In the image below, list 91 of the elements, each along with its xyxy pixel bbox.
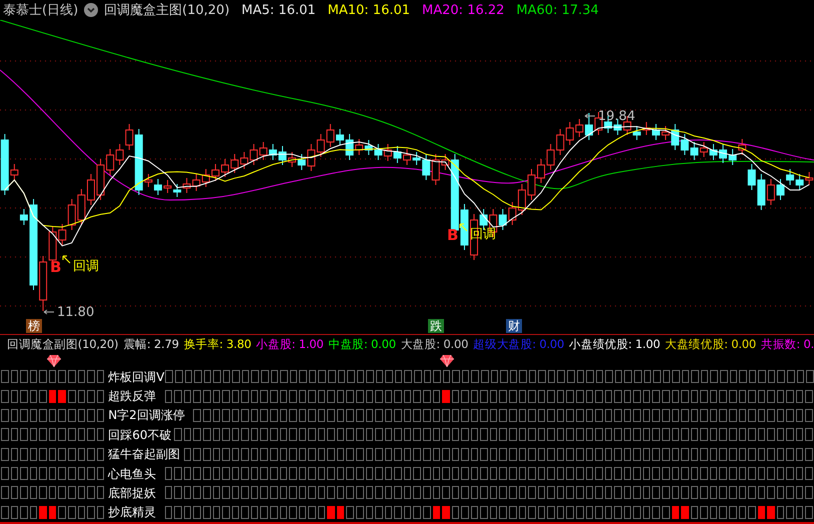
- stat-value: 小盘绩优股: 1.00: [569, 336, 660, 352]
- candlestick: [77, 188, 86, 226]
- signal-label: 超跌反弹: [107, 389, 158, 404]
- buy-mark: B: [447, 226, 458, 244]
- candlestick: [20, 208, 28, 226]
- event-marker[interactable]: 财: [506, 319, 522, 333]
- arrow-icon: [44, 310, 54, 314]
- candlestick: [508, 202, 516, 226]
- signal-label: 猛牛奋起副图: [107, 447, 182, 462]
- price-label: 11.80: [57, 305, 94, 318]
- candlestick: [498, 208, 507, 230]
- stat-value: 小盘股: 1.00: [256, 336, 324, 352]
- stat-value: 大盘股: 0.00: [400, 336, 468, 352]
- candlestick: [182, 178, 191, 194]
- candlestick: [326, 124, 334, 148]
- candlestick: [546, 144, 555, 170]
- candlestick: [690, 142, 698, 160]
- candlestick: [173, 184, 182, 198]
- candlestick: [374, 144, 382, 160]
- candlestick: [154, 178, 162, 196]
- candlestick: [719, 144, 728, 164]
- candlestick: [680, 134, 689, 156]
- gem-icon: [47, 355, 62, 367]
- candlestick: [642, 122, 650, 136]
- candlestick: [728, 148, 737, 166]
- candlestick: [278, 146, 286, 166]
- candlestick: [786, 168, 794, 186]
- signal-label: 炸板回调V: [107, 370, 164, 384]
- candlestick: [700, 142, 708, 158]
- candlestick: [566, 122, 574, 146]
- candlestick: [766, 178, 775, 206]
- chevron-down-icon[interactable]: [84, 3, 98, 17]
- indicator-name: 回调魔盒主图(10,20): [104, 2, 230, 19]
- stock-title: 泰慕士(日线): [3, 2, 78, 19]
- buy-mark: B: [50, 258, 62, 276]
- stat-value: 大盘绩优股: 0.00: [665, 336, 756, 352]
- candlestick: [268, 144, 277, 160]
- event-marker[interactable]: 跌: [428, 319, 444, 333]
- candlestick: [757, 174, 766, 210]
- candlestick: [164, 180, 172, 194]
- price-label: 19.84: [598, 109, 636, 124]
- candlestick: [556, 128, 564, 156]
- candlestick: [776, 178, 784, 200]
- candlestick: [393, 146, 402, 164]
- stat-value: 中盘股: 0.00: [328, 336, 396, 352]
- signal-label: 抄底精灵: [107, 505, 158, 520]
- moving-average-value: MA5: 16.01: [242, 2, 316, 18]
- stat-value: 换手率: 3.80: [184, 336, 252, 352]
- gem-icon: [440, 355, 454, 367]
- candlestick: [336, 128, 344, 146]
- signal-label: N字2回调涨停: [107, 408, 186, 422]
- candlestick: [316, 134, 325, 158]
- signal-label: 底部捉妖: [107, 486, 158, 500]
- candlestick: [288, 152, 296, 168]
- candlestick: [192, 174, 200, 192]
- candlestick: [652, 124, 660, 140]
- stat-value: 超级大盘股: 0.00: [473, 336, 564, 352]
- event-marker[interactable]: 榜: [26, 319, 42, 333]
- candlestick: [738, 138, 746, 156]
- candlestick: [86, 174, 95, 206]
- stat-value: 共振数: 0.: [761, 336, 814, 352]
- candlestick: [632, 126, 641, 140]
- candlestick: [202, 168, 210, 188]
- candlestick: [403, 148, 411, 166]
- moving-average-value: MA60: 17.34: [516, 2, 599, 18]
- candlestick: [364, 140, 373, 156]
- candlestick: [259, 142, 268, 160]
- candlestick: [211, 164, 220, 182]
- arrow-icon: [460, 224, 468, 232]
- candlestick: [384, 144, 392, 162]
- indicator-name: 回调魔盒副图(10,20): [7, 336, 118, 352]
- moving-average-value: MA20: 16.22: [422, 2, 504, 18]
- candlestick: [518, 184, 526, 216]
- arrow-icon: [584, 114, 596, 118]
- stat-value: 震幅: 2.79: [123, 336, 179, 352]
- candlestick: [116, 144, 124, 166]
- moving-average-value: MA10: 16.01: [328, 2, 410, 18]
- signal-label: 回踩60不破: [107, 428, 172, 442]
- candlestick: [528, 168, 536, 200]
- candlestick: [230, 154, 239, 174]
- candlestick: [796, 174, 804, 190]
- candlestick: [221, 158, 230, 178]
- candlestick: [240, 152, 248, 170]
- candlestick: [250, 144, 258, 166]
- pullback-label: 回调: [73, 259, 99, 274]
- candlestick: [709, 144, 718, 160]
- candlestick: [748, 164, 756, 190]
- signal-label: 心电鱼头: [107, 466, 158, 481]
- candlestick: [537, 158, 546, 184]
- arrow-icon: [62, 256, 70, 264]
- candlestick: [614, 118, 622, 136]
